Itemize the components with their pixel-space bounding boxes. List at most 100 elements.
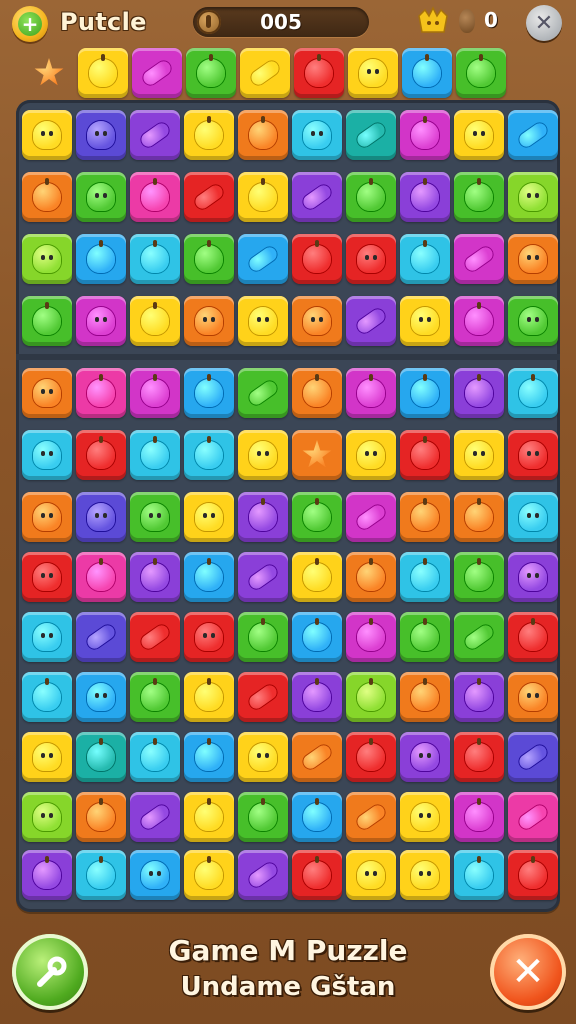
board-tile[interactable] [22,110,72,160]
board-tile[interactable] [346,492,396,542]
board-tile[interactable] [454,172,504,222]
booster-6[interactable] [294,48,344,98]
board-tile[interactable] [400,172,450,222]
board-tile[interactable] [292,732,342,782]
board-tile[interactable] [292,110,342,160]
board-tile[interactable] [346,672,396,722]
board-tile[interactable] [184,492,234,542]
board-tile[interactable] [22,792,72,842]
board-tile[interactable] [508,672,558,722]
board-tile[interactable] [184,234,234,284]
back-button[interactable] [12,934,88,1010]
board-tile[interactable] [346,296,396,346]
board-tile[interactable] [130,368,180,418]
board-tile[interactable] [22,296,72,346]
board-tile[interactable] [184,552,234,602]
board-tile[interactable] [400,672,450,722]
booster-3[interactable] [132,48,182,98]
board-tile[interactable] [184,430,234,480]
board-tile[interactable] [454,612,504,662]
board-tile[interactable] [76,850,126,900]
board-tile[interactable] [76,492,126,542]
board-tile[interactable] [130,172,180,222]
board-tile[interactable] [22,234,72,284]
board-tile[interactable] [292,552,342,602]
board-tile[interactable] [400,732,450,782]
board-tile[interactable] [454,732,504,782]
board-tile[interactable] [238,234,288,284]
board-tile[interactable] [346,110,396,160]
board-tile[interactable] [346,612,396,662]
board-tile[interactable] [76,672,126,722]
board-tile[interactable] [238,732,288,782]
board-tile[interactable] [346,552,396,602]
board-tile[interactable] [454,552,504,602]
board-tile[interactable] [238,172,288,222]
close-button[interactable]: ✕ [526,5,562,41]
board-tile[interactable] [130,672,180,722]
board-tile[interactable] [508,234,558,284]
board-tile[interactable] [508,430,558,480]
booster-9[interactable] [456,48,506,98]
board-tile[interactable] [184,850,234,900]
board-tile[interactable] [508,492,558,542]
board-tile[interactable] [346,172,396,222]
board-tile[interactable] [22,172,72,222]
board-tile[interactable] [346,850,396,900]
board-tile[interactable] [400,110,450,160]
board-tile[interactable] [508,850,558,900]
board-tile[interactable] [184,792,234,842]
booster-1[interactable] [24,48,74,98]
board-tile[interactable] [292,492,342,542]
board-tile[interactable] [508,792,558,842]
board-tile[interactable] [238,430,288,480]
booster-7[interactable] [348,48,398,98]
board-tile[interactable] [238,792,288,842]
board-tile[interactable] [400,792,450,842]
board-tile[interactable] [292,368,342,418]
board-tile[interactable] [76,430,126,480]
board-tile[interactable] [238,552,288,602]
board-tile[interactable] [22,492,72,542]
board-tile[interactable] [400,368,450,418]
board-tile[interactable] [454,792,504,842]
board-tile[interactable] [346,792,396,842]
board-tile[interactable] [346,430,396,480]
board-tile[interactable] [130,430,180,480]
board-tile[interactable] [22,672,72,722]
booster-4[interactable] [186,48,236,98]
board-tile[interactable] [508,296,558,346]
booster-5[interactable] [240,48,290,98]
board-tile[interactable] [346,732,396,782]
board-tile[interactable] [292,430,342,480]
board-tile[interactable] [76,368,126,418]
board-tile[interactable] [184,612,234,662]
board-tile[interactable] [238,672,288,722]
board-tile[interactable] [400,612,450,662]
board-tile[interactable] [400,850,450,900]
board-tile[interactable] [184,296,234,346]
board-tile[interactable] [130,850,180,900]
board-tile[interactable] [508,612,558,662]
board-tile[interactable] [508,552,558,602]
board-tile[interactable] [454,234,504,284]
board-tile[interactable] [130,110,180,160]
board-tile[interactable] [22,732,72,782]
add-button[interactable]: + [12,6,48,42]
board-tile[interactable] [184,172,234,222]
board-tile[interactable] [292,672,342,722]
board-tile[interactable] [238,368,288,418]
board-tile[interactable] [400,234,450,284]
board-tile[interactable] [292,792,342,842]
board-tile[interactable] [292,296,342,346]
board-tile[interactable] [238,612,288,662]
board-tile[interactable] [454,850,504,900]
board-tile[interactable] [454,430,504,480]
board-tile[interactable] [292,234,342,284]
board-tile[interactable] [22,368,72,418]
board-tile[interactable] [292,612,342,662]
board-tile[interactable] [130,612,180,662]
board-tile[interactable] [76,612,126,662]
board-tile[interactable] [22,850,72,900]
board-tile[interactable] [184,110,234,160]
